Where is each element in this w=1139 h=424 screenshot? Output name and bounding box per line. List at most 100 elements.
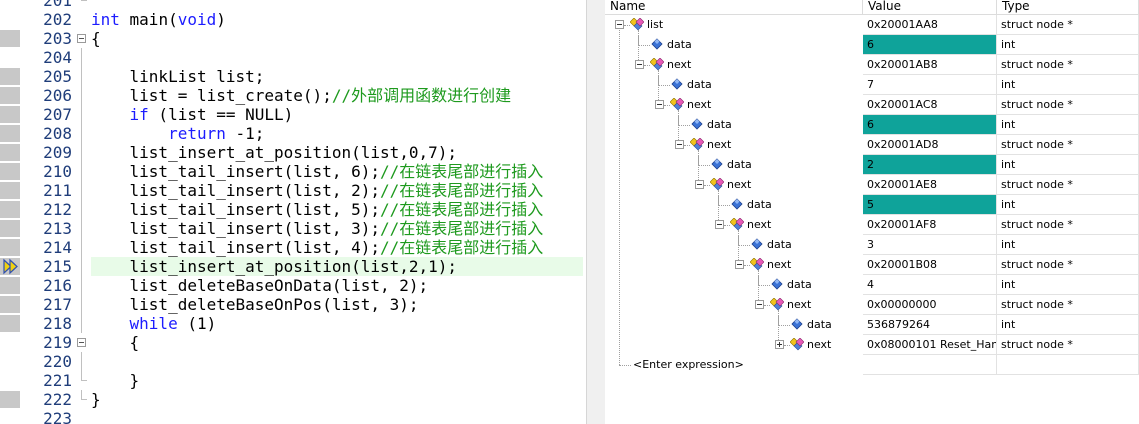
column-header-type[interactable]: Type: [997, 0, 1139, 15]
watch-value-cell[interactable]: 0x20001AA8: [863, 15, 997, 35]
watch-name-cell[interactable]: data: [605, 75, 863, 95]
watch-name-cell[interactable]: next: [605, 215, 863, 235]
code-line[interactable]: 206 list = list_create();//外部调用函数进行创建: [0, 86, 586, 105]
code-line[interactable]: 214 list_tail_insert(list, 4);//在链表尾部进行插…: [0, 238, 586, 257]
watch-row[interactable]: next 0x00000000 struct node *: [605, 295, 1139, 315]
watch-name-cell[interactable]: data: [605, 35, 863, 55]
executable-line-marker[interactable]: [0, 87, 20, 104]
watch-row[interactable]: list 0x20001AA8 struct node *: [605, 15, 1139, 35]
watch-row[interactable]: next 0x20001AB8 struct node *: [605, 55, 1139, 75]
watch-name-cell[interactable]: data: [605, 115, 863, 135]
code-line[interactable]: 211 list_tail_insert(list, 2);//在链表尾部进行插…: [0, 181, 586, 200]
watch-row[interactable]: next 0x20001AF8 struct node *: [605, 215, 1139, 235]
collapse-icon[interactable]: [675, 140, 684, 149]
code-line[interactable]: 216 list_deleteBaseOnData(list, 2);: [0, 276, 586, 295]
watch-row[interactable]: next 0x20001AD8 struct node *: [605, 135, 1139, 155]
watch-value-cell[interactable]: 6: [863, 35, 997, 55]
watch-name-cell[interactable]: next: [605, 175, 863, 195]
watch-row[interactable]: data 2 int: [605, 155, 1139, 175]
watch-row[interactable]: next 0x08000101 Reset_Han... struct node *: [605, 335, 1139, 355]
executable-line-marker[interactable]: [0, 239, 20, 256]
code-line[interactable]: 223: [0, 409, 586, 424]
executable-line-marker[interactable]: [0, 125, 20, 142]
watch-name-cell[interactable]: next: [605, 335, 863, 355]
watch-value-cell[interactable]: 0x00000000: [863, 295, 997, 315]
enter-expression-row[interactable]: <Enter expression>: [605, 355, 1139, 375]
watch-name-cell[interactable]: data: [605, 275, 863, 295]
code-line[interactable]: 207 if (list == NULL): [0, 105, 586, 124]
expand-icon[interactable]: [775, 340, 784, 349]
watch-row[interactable]: data 6 int: [605, 35, 1139, 55]
code-line[interactable]: 202 int main(void): [0, 10, 586, 29]
watch-value-cell[interactable]: 0x20001AB8: [863, 55, 997, 75]
executable-line-marker[interactable]: [0, 201, 20, 218]
watch-name-cell[interactable]: data: [605, 315, 863, 335]
fold-toggle-icon[interactable]: [77, 34, 86, 43]
collapse-icon[interactable]: [755, 300, 764, 309]
enter-expression-label[interactable]: <Enter expression>: [633, 355, 744, 374]
executable-line-marker[interactable]: [0, 144, 20, 161]
executable-line-marker[interactable]: [0, 182, 20, 199]
watch-name-cell[interactable]: next: [605, 295, 863, 315]
watch-value-cell[interactable]: 6: [863, 115, 997, 135]
code-line[interactable]: 220: [0, 352, 586, 371]
watch-name-cell[interactable]: next: [605, 55, 863, 75]
watch-value-cell[interactable]: 0x20001AC8: [863, 95, 997, 115]
code-line[interactable]: 203 {: [0, 29, 586, 48]
collapse-icon[interactable]: [695, 180, 704, 189]
code-line[interactable]: 209 list_insert_at_position(list,0,7);: [0, 143, 586, 162]
executable-line-marker[interactable]: [0, 30, 20, 47]
column-header-value[interactable]: Value: [863, 0, 997, 15]
code-line[interactable]: 201: [0, 0, 586, 10]
watch-row[interactable]: data 3 int: [605, 235, 1139, 255]
watch-row[interactable]: next 0x20001AE8 struct node *: [605, 175, 1139, 195]
column-header-name[interactable]: Name: [605, 0, 863, 15]
code-line[interactable]: 221 }: [0, 371, 586, 390]
executable-line-marker[interactable]: [0, 68, 20, 85]
watch-row[interactable]: data 5 int: [605, 195, 1139, 215]
watch-name-cell[interactable]: next: [605, 95, 863, 115]
code-line[interactable]: 218 while (1): [0, 314, 586, 333]
executable-line-marker[interactable]: [0, 296, 20, 313]
collapse-icon[interactable]: [635, 60, 644, 69]
code-line[interactable]: 204: [0, 48, 586, 67]
watch-name-cell[interactable]: data: [605, 195, 863, 215]
watch-value-cell[interactable]: [863, 355, 997, 375]
code-line[interactable]: 210 list_tail_insert(list, 6);//在链表尾部进行插…: [0, 162, 586, 181]
code-line[interactable]: 219 {: [0, 333, 586, 352]
collapse-icon[interactable]: [655, 100, 664, 109]
watch-row[interactable]: next 0x20001B08 struct node *: [605, 255, 1139, 275]
executable-line-marker[interactable]: [0, 163, 20, 180]
code-line[interactable]: 213 list_tail_insert(list, 3);//在链表尾部进行插…: [0, 219, 586, 238]
executable-line-marker[interactable]: [0, 391, 20, 408]
collapse-icon[interactable]: [615, 20, 624, 29]
watch-value-cell[interactable]: 0x20001AD8: [863, 135, 997, 155]
code-line[interactable]: 215 list_insert_at_position(list,2,1);: [0, 257, 586, 276]
watch-value-cell[interactable]: 0x08000101 Reset_Han...: [863, 335, 997, 355]
watch-value-cell[interactable]: 5: [863, 195, 997, 215]
collapse-icon[interactable]: [735, 260, 744, 269]
watch-name-cell[interactable]: next: [605, 135, 863, 155]
watch-value-cell[interactable]: 0x20001AF8: [863, 215, 997, 235]
code-line[interactable]: 208 return -1;: [0, 124, 586, 143]
watch-name-cell[interactable]: data: [605, 155, 863, 175]
executable-line-marker[interactable]: [0, 220, 20, 237]
watch-value-cell[interactable]: 2: [863, 155, 997, 175]
watch-row[interactable]: next 0x20001AC8 struct node *: [605, 95, 1139, 115]
executable-line-marker[interactable]: [0, 277, 20, 294]
fold-toggle-icon[interactable]: [77, 338, 86, 347]
watch-value-cell[interactable]: 3: [863, 235, 997, 255]
executable-line-marker[interactable]: [0, 315, 20, 332]
watch-name-cell[interactable]: next: [605, 255, 863, 275]
code-line[interactable]: 212 list_tail_insert(list, 5);//在链表尾部进行插…: [0, 200, 586, 219]
watch-row[interactable]: data 536879264 int: [605, 315, 1139, 335]
watch-value-cell[interactable]: 0x20001B08: [863, 255, 997, 275]
code-editor[interactable]: 201 202 int main(void) 203 {204 205 linkList …: [0, 0, 586, 424]
watch-value-cell[interactable]: 0x20001AE8: [863, 175, 997, 195]
watch-name-cell[interactable]: <Enter expression>: [605, 355, 863, 375]
watch-name-cell[interactable]: data: [605, 235, 863, 255]
watch-row[interactable]: data 6 int: [605, 115, 1139, 135]
watch-value-cell[interactable]: 7: [863, 75, 997, 95]
collapse-icon[interactable]: [715, 220, 724, 229]
pane-splitter[interactable]: [586, 0, 605, 424]
